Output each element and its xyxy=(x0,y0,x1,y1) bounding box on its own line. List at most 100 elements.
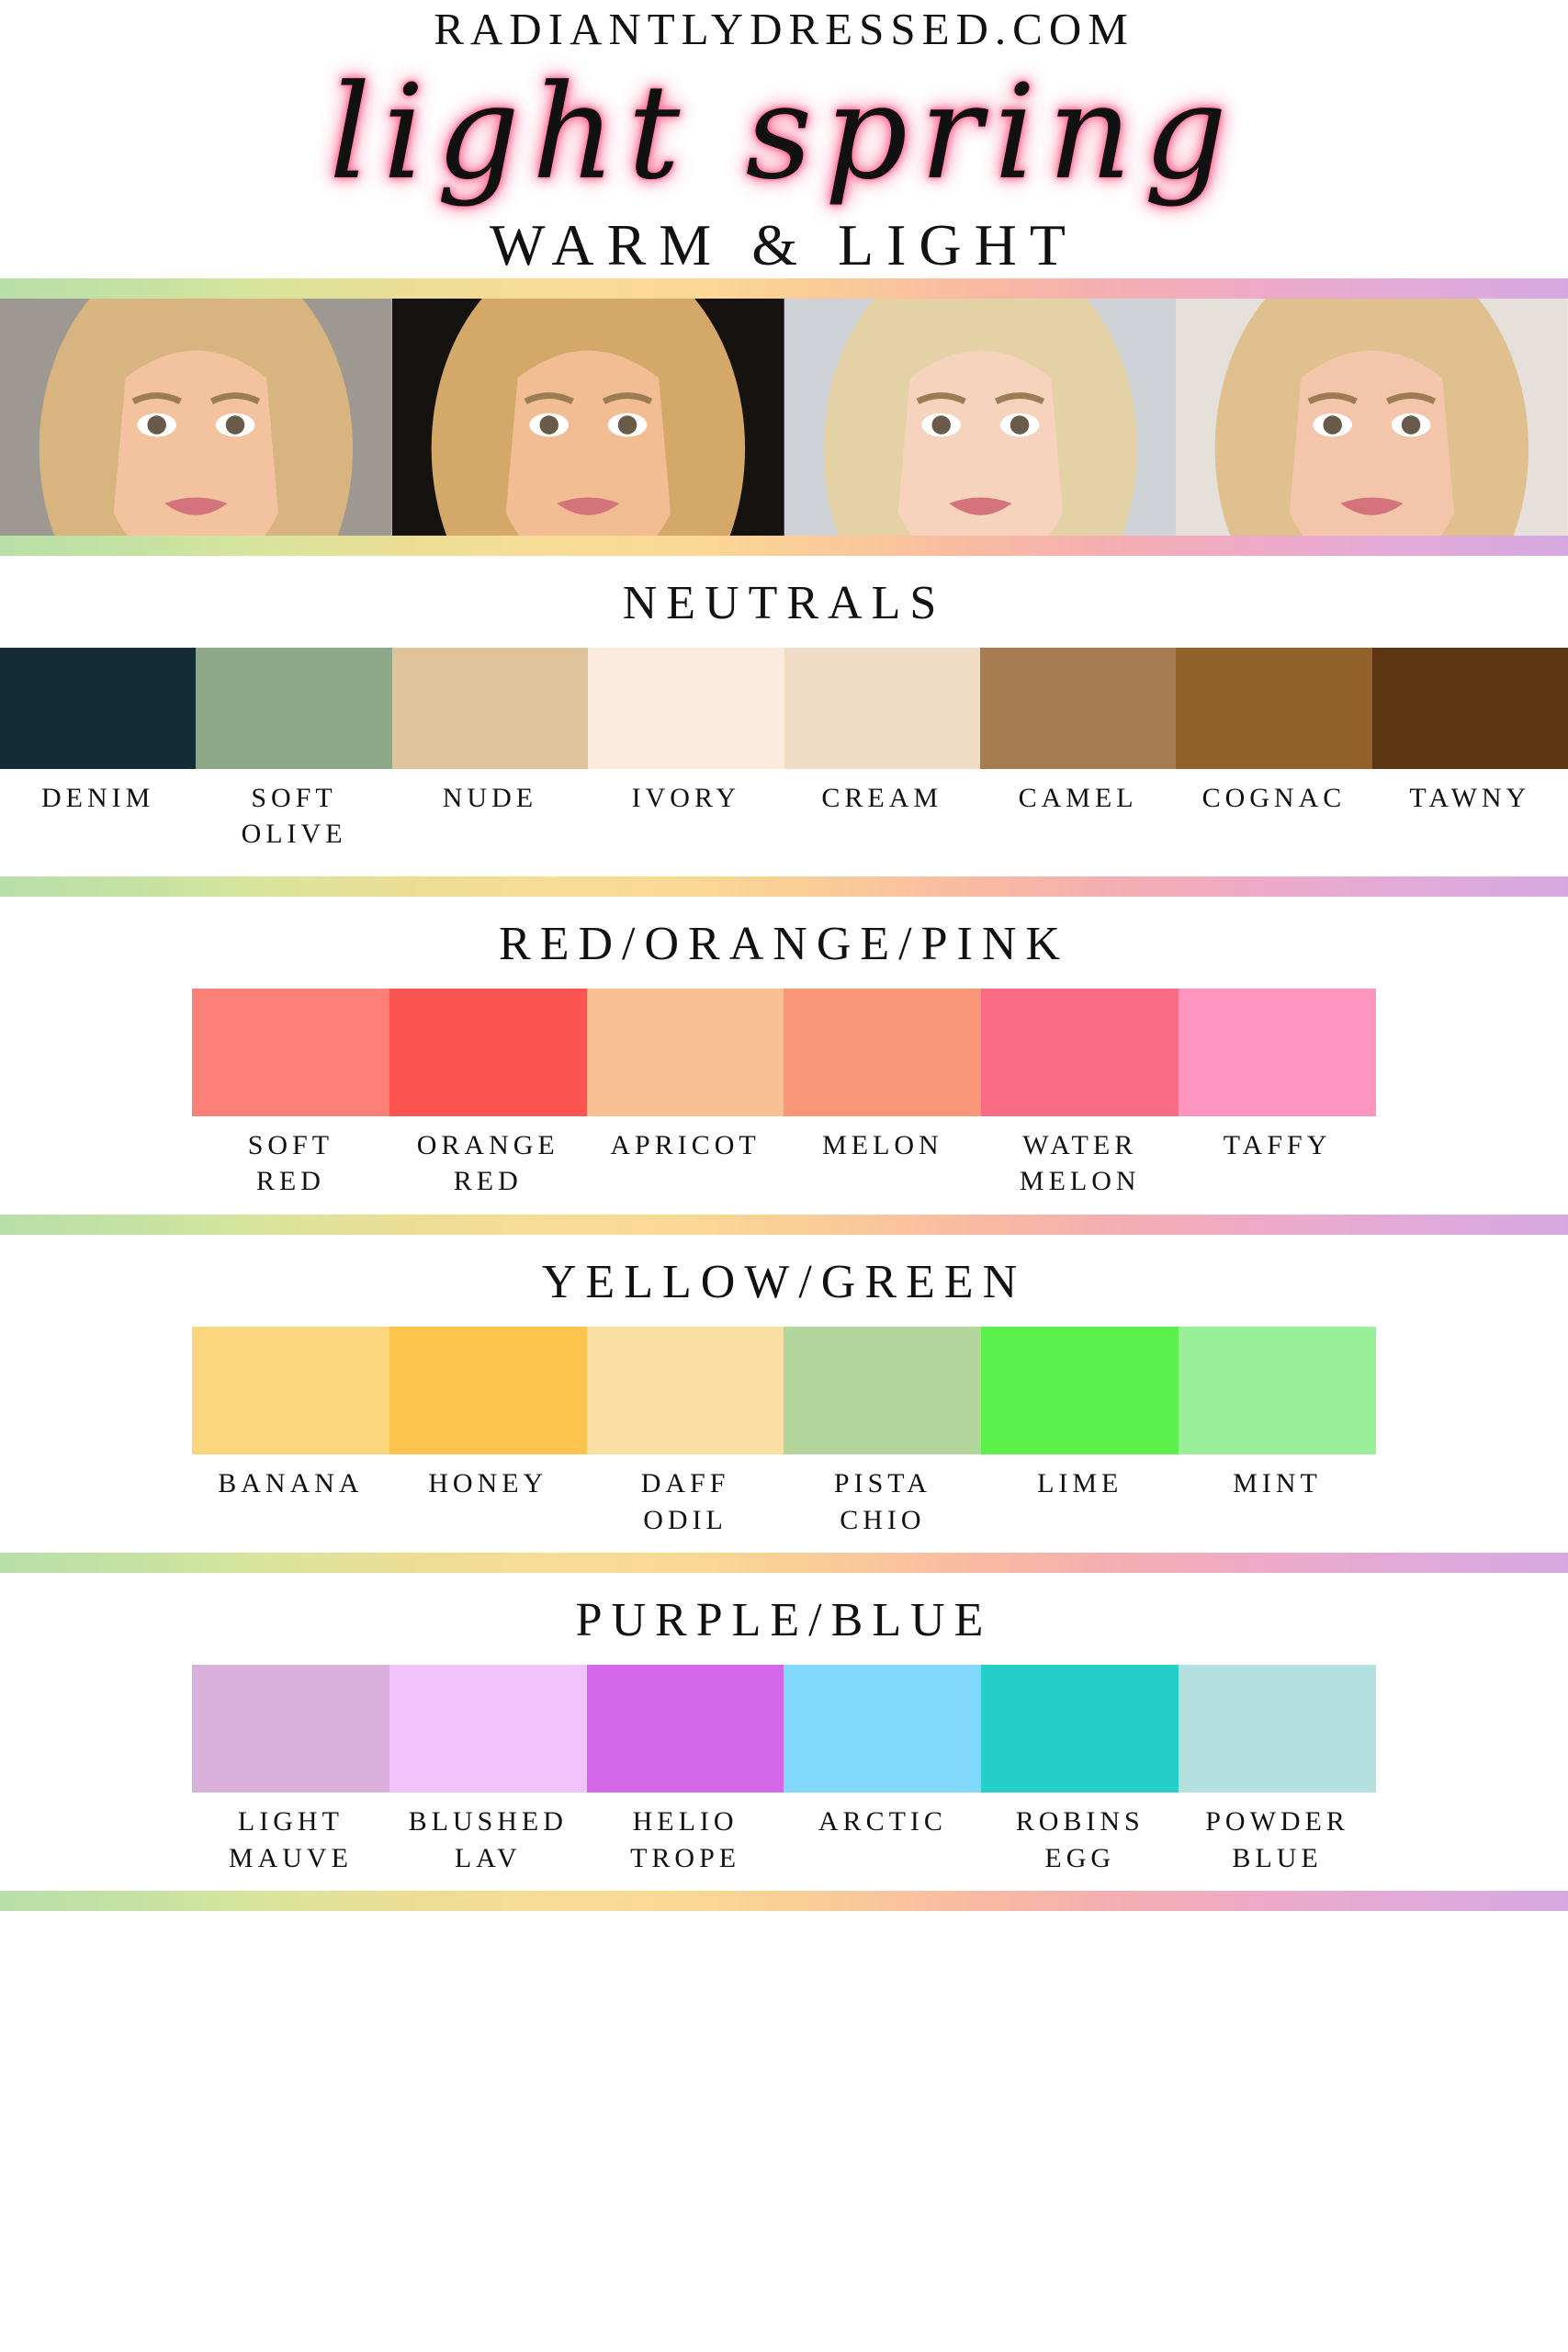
swatch-chip[interactable] xyxy=(979,647,1177,769)
swatch-soft-red[interactable]: SOFT RED xyxy=(192,988,389,1200)
swatch-daff-odil[interactable]: DAFF ODIL xyxy=(586,1326,784,1538)
swatch-orange-red[interactable]: ORANGE RED xyxy=(389,988,587,1200)
swatch-chip[interactable] xyxy=(1179,1665,1376,1793)
swatch-robins-egg[interactable]: ROBINS EGG xyxy=(981,1665,1179,1876)
swatch-apricot[interactable]: APRICOT xyxy=(586,988,784,1200)
rainbow-divider xyxy=(0,876,1568,897)
swatch-label: APRICOT xyxy=(587,1116,784,1164)
swatch-label-line: MELON xyxy=(1019,1166,1141,1197)
swatch-label-line: COGNAC xyxy=(1201,782,1347,813)
palette-sections: NEUTRALS DENIM SOFT OLIVE NUDE IVORY CREAM CAME… xyxy=(0,555,1568,1912)
swatch-chip[interactable] xyxy=(192,1326,389,1454)
swatch-helio-trope[interactable]: HELIO TROPE xyxy=(586,1665,784,1876)
swatch-chip[interactable] xyxy=(196,647,392,769)
swatch-chip[interactable] xyxy=(0,647,197,769)
swatch-chip[interactable] xyxy=(1179,1326,1376,1454)
swatch-chip[interactable] xyxy=(389,1665,587,1793)
swatch-ivory[interactable]: IVORY xyxy=(588,647,784,853)
swatch-melon[interactable]: MELON xyxy=(784,988,982,1200)
portrait-4 xyxy=(1176,298,1568,536)
swatch-label-line: OLIVE xyxy=(241,819,347,850)
swatch-row: DENIM SOFT OLIVE NUDE IVORY CREAM CAMEL COGNAC T… xyxy=(0,647,1568,853)
swatch-label: LIGHT MAUVE xyxy=(192,1792,389,1876)
swatch-water-melon[interactable]: WATER MELON xyxy=(981,988,1179,1200)
swatch-arctic[interactable]: ARCTIC xyxy=(784,1665,982,1876)
swatch-cognac[interactable]: COGNAC xyxy=(1176,647,1372,853)
swatch-banana[interactable]: BANANA xyxy=(192,1326,389,1538)
swatch-label-line: HONEY xyxy=(428,1467,548,1498)
swatch-label: TAWNY xyxy=(1372,769,1568,817)
rainbow-divider-top xyxy=(0,277,1568,299)
swatch-pista-chio[interactable]: PISTA CHIO xyxy=(784,1326,982,1538)
portrait-strip xyxy=(0,298,1568,536)
portrait-3 xyxy=(784,298,1177,536)
swatch-label-line: MAUVE xyxy=(228,1842,353,1873)
swatch-label-line: NUDE xyxy=(442,782,538,813)
swatch-chip[interactable] xyxy=(784,988,982,1116)
swatch-chip[interactable] xyxy=(586,1326,784,1454)
swatch-chip[interactable] xyxy=(981,988,1179,1116)
swatch-nude[interactable]: NUDE xyxy=(391,647,589,853)
section-yellow-green: YELLOW/GREEN BANANA HONEY DAFF ODIL PISTA CHIO… xyxy=(0,1234,1568,1554)
swatch-blushed-lav[interactable]: BLUSHED LAV xyxy=(389,1665,587,1876)
portrait-1 xyxy=(0,298,392,536)
swatch-label-line: CHIO xyxy=(840,1504,926,1535)
swatch-lime[interactable]: LIME xyxy=(981,1326,1179,1538)
swatch-label-line: TROPE xyxy=(630,1842,741,1873)
swatch-chip[interactable] xyxy=(192,1665,389,1793)
swatch-label-line: CREAM xyxy=(821,782,943,813)
rainbow-divider xyxy=(0,1891,1568,1912)
swatch-label-line: PISTA xyxy=(833,1467,931,1498)
swatch-tawny[interactable]: TAWNY xyxy=(1371,647,1568,853)
page-subtitle: WARM & LIGHT xyxy=(490,212,1078,278)
swatch-mint[interactable]: MINT xyxy=(1179,1326,1376,1538)
swatch-chip[interactable] xyxy=(389,988,587,1116)
swatch-chip[interactable] xyxy=(586,1665,784,1793)
swatch-label: HELIO TROPE xyxy=(587,1792,784,1876)
swatch-denim[interactable]: DENIM xyxy=(0,647,197,853)
swatch-chip[interactable] xyxy=(588,647,784,769)
rainbow-divider xyxy=(0,1553,1568,1574)
swatch-label: WATER MELON xyxy=(981,1116,1179,1200)
swatch-label-line: TAWNY xyxy=(1409,782,1531,813)
swatch-honey[interactable]: HONEY xyxy=(389,1326,587,1538)
swatch-taffy[interactable]: TAFFY xyxy=(1179,988,1376,1200)
swatch-label: ROBINS EGG xyxy=(981,1792,1179,1876)
swatch-label-line: POWDER xyxy=(1205,1806,1349,1838)
swatch-label-line: RED xyxy=(453,1166,523,1197)
swatch-label: BLUSHED LAV xyxy=(389,1792,587,1876)
swatch-label-line: ARCTIC xyxy=(818,1806,947,1838)
swatch-label: HONEY xyxy=(389,1454,587,1502)
swatch-label-line: RED xyxy=(255,1166,325,1197)
swatch-chip[interactable] xyxy=(391,647,589,769)
swatch-label-line: SOFT xyxy=(247,1129,334,1160)
swatch-camel[interactable]: CAMEL xyxy=(979,647,1177,853)
swatch-label-line: LIME xyxy=(1037,1467,1123,1498)
swatch-chip[interactable] xyxy=(784,1665,982,1793)
swatch-chip[interactable] xyxy=(192,988,389,1116)
swatch-powder-blue[interactable]: POWDER BLUE xyxy=(1179,1665,1376,1876)
swatch-label-line: BANANA xyxy=(218,1467,364,1498)
swatch-label: CAMEL xyxy=(980,769,1176,817)
swatch-chip[interactable] xyxy=(981,1326,1179,1454)
swatch-chip[interactable] xyxy=(586,988,784,1116)
swatch-soft-olive[interactable]: SOFT OLIVE xyxy=(196,647,392,853)
swatch-cream[interactable]: CREAM xyxy=(784,647,980,853)
swatch-label: LIME xyxy=(981,1454,1179,1502)
section-title: PURPLE/BLUE xyxy=(575,1594,993,1647)
swatch-chip[interactable] xyxy=(784,1326,982,1454)
swatch-chip[interactable] xyxy=(981,1665,1179,1793)
swatch-chip[interactable] xyxy=(784,647,980,769)
swatch-label-line: MINT xyxy=(1233,1467,1322,1498)
swatch-label-line: BLUSHED xyxy=(408,1806,568,1838)
swatch-chip[interactable] xyxy=(1179,988,1376,1116)
swatch-label: COGNAC xyxy=(1176,769,1371,817)
swatch-chip[interactable] xyxy=(389,1326,587,1454)
section-title: NEUTRALS xyxy=(622,576,946,629)
swatch-label: NUDE xyxy=(392,769,588,817)
swatch-light-mauve[interactable]: LIGHT MAUVE xyxy=(192,1665,389,1876)
swatch-chip[interactable] xyxy=(1176,647,1372,769)
swatch-chip[interactable] xyxy=(1371,647,1568,769)
